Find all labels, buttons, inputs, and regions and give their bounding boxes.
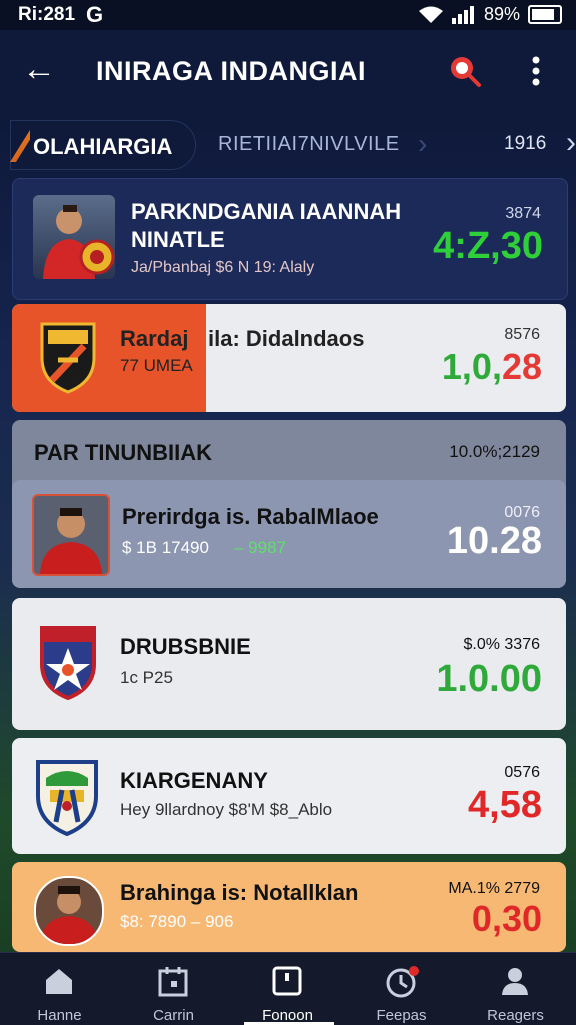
odds-value[interactable]: 1.0.00 [436,658,542,701]
chevron-right-icon[interactable]: › [566,126,576,160]
signal-icon [451,5,474,24]
list-item[interactable]: DRUBSBNIE 1c P25 $.0% 3376 1.0.00 [12,598,566,730]
tab-separator-icon: › [418,128,428,159]
page-title: INIRAGA INDANGIAI [96,56,366,86]
app-bar: ← INIRAGA INDANGIAI [0,30,576,112]
club-crest-icon [40,626,96,700]
back-arrow-icon[interactable]: ← [22,52,56,86]
nav-square[interactable]: Fonoon [230,959,345,1025]
battery-icon [528,5,562,24]
nav-home[interactable]: Hanne [2,959,117,1025]
team-name: KIARGENANY [120,768,268,793]
more-vertical-icon[interactable] [524,54,548,88]
section-right: 10.0%;2129 [449,442,540,461]
list-item[interactable]: Brahinga is: Notallklan $8: 7890 – 906 M… [12,862,566,952]
team-name-right: ila: Didalndaos [208,326,365,351]
player-photo-icon [43,205,115,279]
tab-count: 1916 [504,133,547,154]
match-subline: Ja/Pbanbaj $6 N 19: Alaly [131,259,315,276]
bottom-nav: Hanne Carrin Fonoon Feepas Reagers [0,952,576,1025]
square-icon [272,966,302,996]
odds-small: 3874 [505,205,541,222]
status-time: Ri:281 [18,4,76,25]
odds-value[interactable]: 4:Z,30 [433,225,543,268]
player-photo-icon [40,886,98,944]
team-name-left: Rardaj [120,326,189,351]
nav-home-label: Hanne [37,1007,82,1024]
section-card: PAR TINUNBIIAK 10.0%;2129 Prerirdga is. … [12,420,566,588]
odds-small: 8576 [504,326,540,343]
player-sub-left: $ 1B 17490 [122,538,209,557]
club-crest-icon [40,322,96,394]
club-crest-icon [36,760,98,836]
tab-bar: OLAHIARGIA RIETIIAI7NIVLVILE › 1916 › [0,118,576,174]
search-icon[interactable] [448,54,482,88]
match-title-line2: NINATLE [131,227,225,252]
calendar-icon [158,967,188,997]
nav-person[interactable]: Reagers [458,959,573,1025]
list-item[interactable]: Rardaj 77 UMEA ila: Didalndaos 8576 1,0,… [12,304,566,412]
google-badge: G [86,2,104,27]
nav-clock-label: Feepas [376,1007,427,1024]
player-avatar [32,494,110,576]
odds-value[interactable]: 10.28 [447,520,542,563]
clock-icon [386,966,419,998]
tab-second[interactable]: RIETIIAI7NIVLVILE [218,133,400,156]
odds-small: $.0% 3376 [463,636,540,653]
nav-clock[interactable]: Feepas [344,959,459,1025]
odds-value[interactable]: 0,30 [472,898,542,940]
tab-active-label: OLAHIARGIA [33,134,173,159]
player-name: Prerirdga is. RabalMlaoe [122,504,379,529]
list-item[interactable]: PARKNDGANIA IAANNAH NINATLE Ja/Pbanbaj $… [12,178,568,300]
player-photo-icon [40,508,102,574]
nav-person-label: Reagers [487,1007,544,1024]
odds-small: 0576 [504,764,540,781]
section-title: PAR TINUNBIIAK [34,440,213,465]
odds-small: MA.1% 2779 [448,880,540,897]
nav-calendar[interactable]: Carrin [116,959,231,1025]
home-icon [46,969,72,994]
team-sub: 1c P25 [120,668,173,687]
odds-value[interactable]: 1,0,28 [442,346,542,388]
match-title-line1: PARKNDGANIA IAANNAH [131,199,402,224]
odds-value[interactable]: 4,58 [468,784,542,827]
list-item[interactable]: KIARGENANY Hey 9llardnoy $8'M $8_Ablo 05… [12,738,566,854]
nav-calendar-label: Carrin [153,1007,194,1024]
player-avatar [34,876,104,946]
team-sub: Hey 9llardnoy $8'M $8_Ablo [120,800,333,819]
tab-active[interactable]: OLAHIARGIA [10,120,196,170]
team-name: DRUBSBNIE [120,634,251,659]
player-sub: $8: 7890 – 906 [120,912,234,931]
status-bar: Ri:281 G 89% [0,0,576,30]
list-item[interactable]: Prerirdga is. RabalMlaoe $ 1B 17490 – 99… [12,480,566,588]
player-sub-right: – 9987 [234,538,286,557]
battery-text: 89% [483,4,520,24]
wifi-icon [418,6,443,23]
player-avatar [33,195,115,279]
status-right: 89% [418,4,562,25]
team-sub: 77 UMEA [120,356,193,375]
person-icon [502,968,528,995]
player-name: Brahinga is: Notallklan [120,880,359,905]
